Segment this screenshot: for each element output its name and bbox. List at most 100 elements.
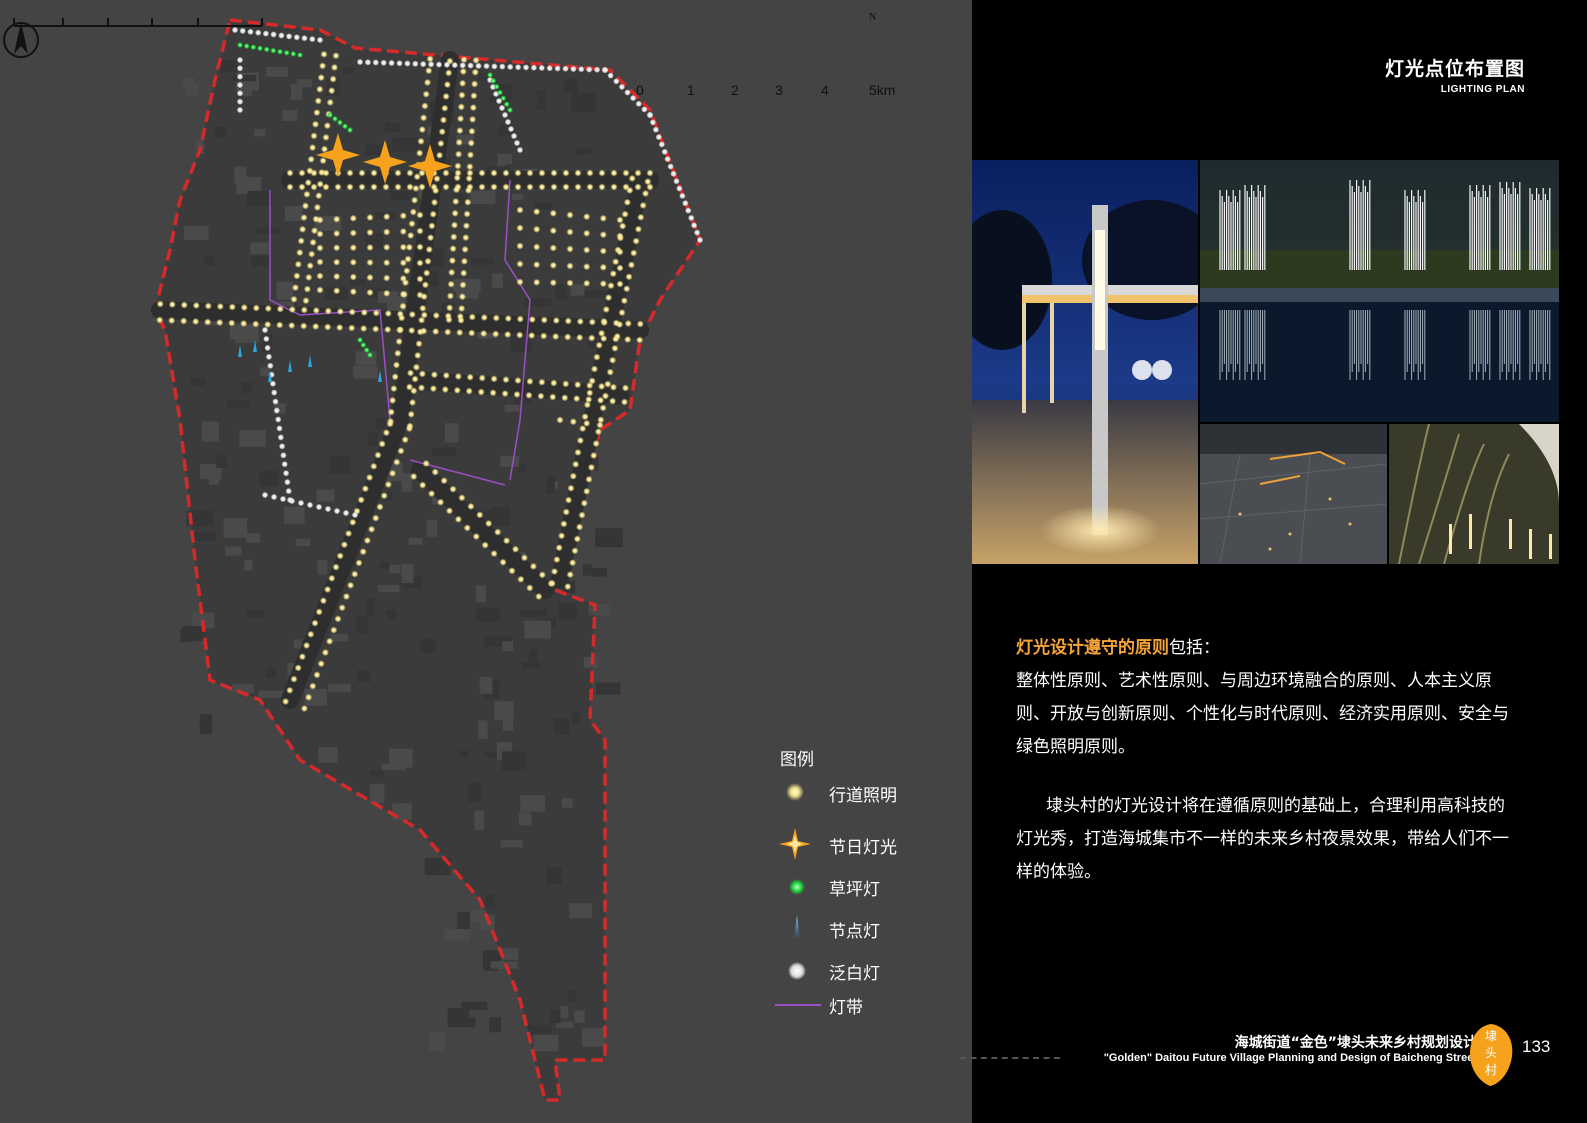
flood-light-point bbox=[467, 62, 474, 69]
building-block bbox=[520, 795, 545, 812]
road-light-point bbox=[424, 257, 432, 265]
flood-light-point bbox=[530, 64, 538, 71]
flood-light-point bbox=[443, 61, 451, 68]
road-light-point bbox=[458, 304, 466, 313]
road-light-point bbox=[313, 203, 321, 211]
road-light-point bbox=[156, 316, 164, 324]
flood-light-point bbox=[236, 81, 244, 89]
road-light-point bbox=[417, 137, 425, 145]
flood-light-point bbox=[593, 66, 601, 73]
building-block bbox=[574, 1010, 585, 1023]
road-light-point bbox=[438, 128, 446, 136]
road-light-point bbox=[408, 220, 416, 228]
road-light-point bbox=[309, 682, 317, 690]
building-block bbox=[560, 1006, 569, 1019]
principles-body: 整体性原则、艺术性原则、与周边环境融合的原则、人本主义原则、开放与创新原则、个性… bbox=[1016, 671, 1509, 757]
road-light-point bbox=[406, 183, 414, 191]
road-light-point bbox=[321, 648, 329, 657]
road-light-point bbox=[334, 183, 342, 191]
building-block bbox=[524, 298, 552, 307]
road-light-point bbox=[556, 416, 564, 424]
flood-light-point bbox=[316, 36, 324, 44]
road-light-point bbox=[370, 462, 378, 470]
building-block bbox=[247, 190, 272, 207]
road-light-point bbox=[320, 50, 328, 58]
flood-light-point bbox=[475, 62, 482, 70]
road-light-point bbox=[366, 228, 374, 237]
flood-light-point bbox=[277, 434, 284, 441]
road-light-point bbox=[437, 498, 445, 506]
road-light-point bbox=[417, 384, 426, 392]
flood-light-point bbox=[510, 132, 518, 140]
legend-label: 节日灯光 bbox=[829, 838, 897, 858]
principles-highlight: 灯光设计遵守的原则 bbox=[1016, 638, 1169, 658]
road-light-point bbox=[338, 604, 346, 612]
road-light-point bbox=[430, 183, 438, 191]
road-light-point bbox=[398, 314, 406, 322]
road-light-point bbox=[297, 237, 305, 245]
festival-light-icon bbox=[779, 828, 811, 860]
flood-light-point bbox=[624, 89, 631, 96]
flood-light-point bbox=[278, 443, 286, 450]
road-light-point bbox=[441, 385, 449, 394]
road-light-point bbox=[403, 267, 411, 275]
road-light-point bbox=[494, 528, 502, 536]
road-light-point bbox=[503, 537, 511, 545]
flood-light-point bbox=[420, 60, 427, 68]
road-light-point bbox=[616, 232, 624, 240]
road-light-point bbox=[564, 317, 572, 325]
road-light-point bbox=[423, 269, 431, 277]
building-block bbox=[570, 284, 585, 296]
road-light-point bbox=[310, 183, 318, 191]
road-light-point bbox=[408, 326, 416, 335]
road-light-point bbox=[333, 272, 341, 281]
road-light-point bbox=[586, 183, 594, 191]
building-block bbox=[420, 638, 436, 654]
road-light-point bbox=[456, 127, 464, 135]
road-light-point bbox=[288, 321, 296, 330]
road-light-point bbox=[463, 210, 471, 218]
road-light-point bbox=[394, 183, 402, 191]
road-light-point bbox=[310, 132, 318, 140]
road-light-point bbox=[504, 330, 512, 339]
road-light-point bbox=[418, 316, 426, 324]
flood-light-point bbox=[586, 66, 593, 73]
road-light-point bbox=[634, 225, 643, 233]
road-light-point bbox=[204, 318, 212, 326]
road-light-point bbox=[348, 308, 356, 316]
road-light-point bbox=[311, 619, 319, 627]
road-light-point bbox=[478, 169, 486, 177]
building-block bbox=[471, 257, 494, 265]
flood-light-point bbox=[271, 389, 278, 396]
road-light-point bbox=[336, 323, 344, 332]
flood-light-point bbox=[578, 66, 585, 73]
building-block bbox=[444, 423, 459, 443]
road-light-point bbox=[565, 496, 573, 504]
road-light-point bbox=[456, 328, 464, 337]
flood-light-point bbox=[635, 100, 642, 108]
badge-label: 埭头村 bbox=[1484, 1029, 1497, 1077]
road-light-point bbox=[549, 261, 557, 269]
road-light-point bbox=[408, 310, 416, 319]
road-light-point bbox=[467, 139, 475, 147]
flood-light-point bbox=[412, 60, 419, 67]
road-light-point bbox=[420, 114, 428, 122]
light-strip-icon bbox=[775, 1004, 821, 1006]
road-light-point bbox=[501, 390, 509, 398]
road-light-point bbox=[305, 273, 313, 281]
building-block bbox=[381, 764, 406, 771]
building-block bbox=[501, 751, 527, 771]
flood-light-point bbox=[652, 126, 660, 133]
lawn-light-point bbox=[283, 49, 290, 56]
road-light-point bbox=[588, 318, 596, 326]
road-light-point bbox=[613, 332, 621, 340]
building-block bbox=[571, 711, 580, 725]
road-light-point bbox=[470, 92, 478, 100]
road-light-point bbox=[549, 209, 557, 217]
node-light-icon bbox=[794, 915, 800, 939]
road-light-point bbox=[627, 261, 636, 269]
road-light-point bbox=[514, 376, 522, 385]
lawn-light-point bbox=[357, 337, 363, 343]
road-light-point bbox=[576, 436, 585, 445]
flood-light-point bbox=[658, 141, 665, 148]
